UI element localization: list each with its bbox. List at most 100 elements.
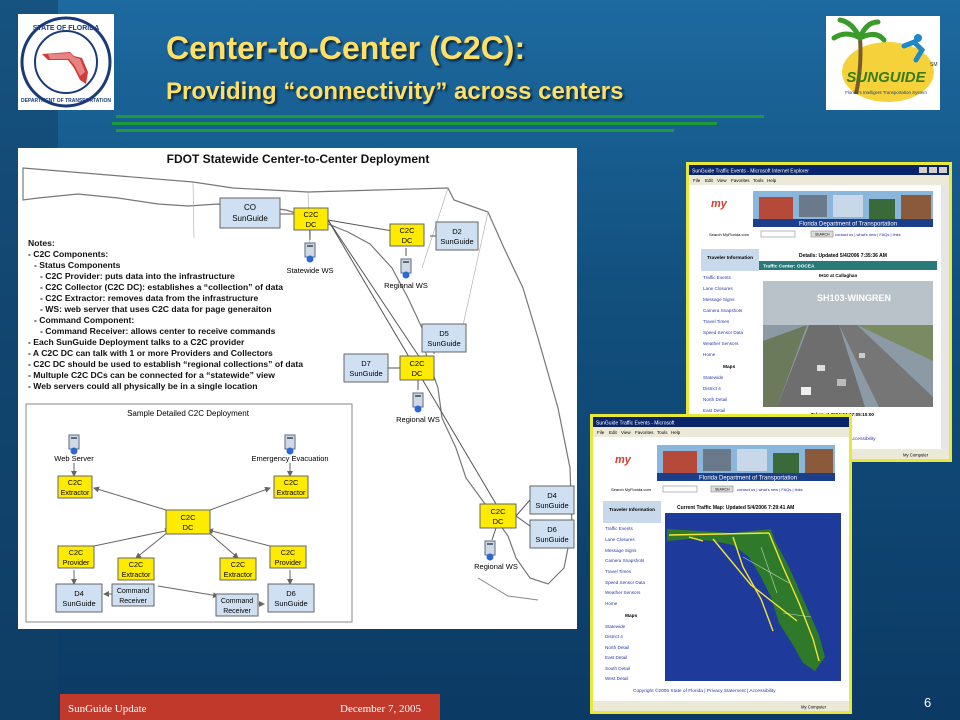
svg-text:C2C: C2C [490, 507, 506, 516]
regional-ws-2-icon [412, 392, 424, 413]
svg-text:- Command Component:: - Command Component: [34, 315, 134, 325]
regional-ws-1-icon [400, 258, 412, 279]
node-d7-sunguide: D7 SunGuide [343, 353, 389, 383]
svg-text:North Detail: North Detail [703, 397, 727, 402]
svg-text:- Multuple C2C DCs can be conn: - Multuple C2C DCs can be connected for … [28, 370, 275, 380]
statewide-ws-icon [304, 242, 316, 263]
svg-text:Camera Snapshots: Camera Snapshots [605, 558, 645, 563]
svg-text:C2C: C2C [68, 478, 82, 487]
svg-text:SunGuide: SunGuide [62, 599, 95, 608]
node-dc-central: C2C DC [399, 355, 435, 381]
svg-text:C2C: C2C [69, 548, 83, 557]
svg-text:Traffic Center: OOCEA: Traffic Center: OOCEA [763, 264, 815, 270]
svg-text:My Computer: My Computer [801, 705, 827, 710]
slide-title-line1: Center-to-Center (C2C): [166, 30, 526, 66]
svg-text:- Status Components: - Status Components [34, 260, 121, 270]
svg-text:DC: DC [412, 369, 423, 378]
regional-ws-3-label: Regional WS [474, 562, 518, 571]
svg-text:- Each SunGuide Deployment tal: - Each SunGuide Deployment talks to a C2… [28, 337, 245, 347]
svg-text:C2C: C2C [399, 226, 415, 235]
svg-text:my: my [711, 198, 728, 210]
svg-text:DC: DC [402, 236, 413, 245]
svg-text:Maps: Maps [723, 364, 736, 370]
svg-text:Traffic Events: Traffic Events [605, 526, 634, 531]
svg-text:- C2C DC should be used to est: - C2C DC should be used to establish “re… [28, 359, 303, 369]
svg-text:Emergency Evacuation: Emergency Evacuation [251, 454, 328, 463]
svg-text:Weather Sensors: Weather Sensors [703, 341, 739, 346]
node-d2-sunguide: D2 SunGuide [435, 221, 479, 251]
svg-text:Statewide: Statewide [703, 375, 724, 380]
svg-text:Lane Closures: Lane Closures [605, 537, 635, 542]
regional-ws-3-icon [484, 540, 496, 561]
ss2-current: Current Traffic Map: Updated 5/4/2006 7:… [677, 505, 794, 511]
svg-text:My Computer: My Computer [903, 453, 929, 458]
footer-date: December 7, 2005 [340, 703, 421, 715]
svg-text:C2C: C2C [284, 478, 298, 487]
svg-text:SunGuide: SunGuide [440, 237, 473, 246]
svg-text:Extractor: Extractor [277, 488, 306, 497]
svg-text:Web Server: Web Server [54, 454, 94, 463]
svg-text:Weather Sensors: Weather Sensors [605, 590, 641, 595]
svg-text:Provider: Provider [63, 558, 90, 567]
svg-text:D4: D4 [547, 491, 557, 500]
svg-text:- WS: web server that uses C2C: - WS: web server that uses C2C data for … [40, 304, 272, 314]
svg-text:SunGuide: SunGuide [535, 501, 568, 510]
svg-text:Lane Closures: Lane Closures [703, 286, 733, 291]
ss1-details: Details: Updated 5/4/2006 7:35:36 AM [799, 253, 887, 259]
svg-text:- C2C Collector (C2C DC): esta: - C2C Collector (C2C DC): establishes a … [40, 282, 283, 292]
svg-text:CO: CO [244, 203, 256, 212]
diagram-notes: Notes: - C2C Components: - Status Compon… [28, 238, 303, 391]
svg-text:Receiver: Receiver [119, 598, 147, 605]
svg-text:Edit: Edit [609, 430, 618, 435]
svg-text:Edit: Edit [705, 178, 714, 183]
svg-text:C2C: C2C [409, 359, 425, 368]
svg-text:Extractor: Extractor [224, 570, 253, 579]
sample-deployment: Sample Detailed C2C Deployment Web Serve… [25, 403, 353, 623]
svg-text:SunGuide: SunGuide [274, 599, 307, 608]
svg-text:East Detail: East Detail [703, 408, 725, 413]
svg-text:Message Signs: Message Signs [605, 548, 637, 553]
diagram-title: FDOT Statewide Center-to-Center Deployme… [167, 152, 430, 166]
svg-text:Command: Command [117, 588, 149, 595]
svg-text:Notes:: Notes: [28, 238, 55, 248]
svg-text:Provider: Provider [275, 558, 302, 567]
svg-text:D6: D6 [286, 589, 296, 598]
svg-text:North Detail: North Detail [605, 645, 629, 650]
ss1-toplinks: contact us | what's new | FAQs | links [835, 232, 901, 237]
title-underline-3 [116, 129, 674, 132]
svg-text:SunGuide: SunGuide [535, 535, 568, 544]
ss2-titlebar: SunGuide Traffic Events - Microsoft [596, 421, 675, 427]
svg-text:C2C: C2C [180, 513, 196, 522]
node-dc-d2: C2C DC [389, 223, 425, 247]
svg-text:Command: Command [221, 598, 253, 605]
svg-text:Favorites: Favorites [635, 430, 654, 435]
regional-ws-1-label: Regional WS [384, 281, 428, 290]
slide-title-line2: Providing “connectivity” across centers [166, 78, 624, 105]
fdot-logo: STATE OF FLORIDA DEPARTMENT OF TRANSPORT… [18, 14, 114, 110]
svg-text:South Detail: South Detail [605, 666, 630, 671]
sunguide-tagline: Florida's Intelligent Transportation Sys… [845, 90, 927, 95]
svg-text:SunGuide: SunGuide [232, 214, 268, 223]
svg-text:C2C: C2C [129, 560, 143, 569]
c2c-deployment-diagram: FDOT Statewide Center-to-Center Deployme… [18, 148, 577, 629]
svg-text:Camera Snapshots: Camera Snapshots [703, 308, 743, 313]
svg-text:- C2C Provider: puts data into: - C2C Provider: puts data into the infra… [40, 271, 235, 281]
svg-text:District 4: District 4 [605, 634, 623, 639]
svg-text:- A C2C DC can talk with 1 or: - A C2C DC can talk with 1 or more Provi… [28, 348, 273, 358]
svg-text:SunGuide: SunGuide [349, 369, 382, 378]
svg-text:File: File [693, 178, 701, 183]
node-dc-south: C2C DC [479, 503, 517, 529]
title-underline-2 [112, 122, 717, 125]
svg-text:Help: Help [671, 430, 681, 435]
node-d5-sunguide: D5 SunGuide [421, 323, 467, 353]
svg-text:Tools: Tools [753, 178, 764, 183]
svg-text:D2: D2 [452, 227, 462, 236]
svg-text:District 4: District 4 [703, 386, 721, 391]
svg-text:C2C: C2C [303, 210, 319, 219]
svg-text:Message Signs: Message Signs [703, 297, 735, 302]
svg-text:Extractor: Extractor [61, 488, 90, 497]
node-dc-statewide: C2C DC [293, 207, 329, 231]
ss1-camera-overlay: SH103-WINGREN [817, 293, 891, 303]
svg-text:Statewide: Statewide [605, 624, 626, 629]
ss2-banner: Florida Department of Transportation [699, 476, 797, 482]
